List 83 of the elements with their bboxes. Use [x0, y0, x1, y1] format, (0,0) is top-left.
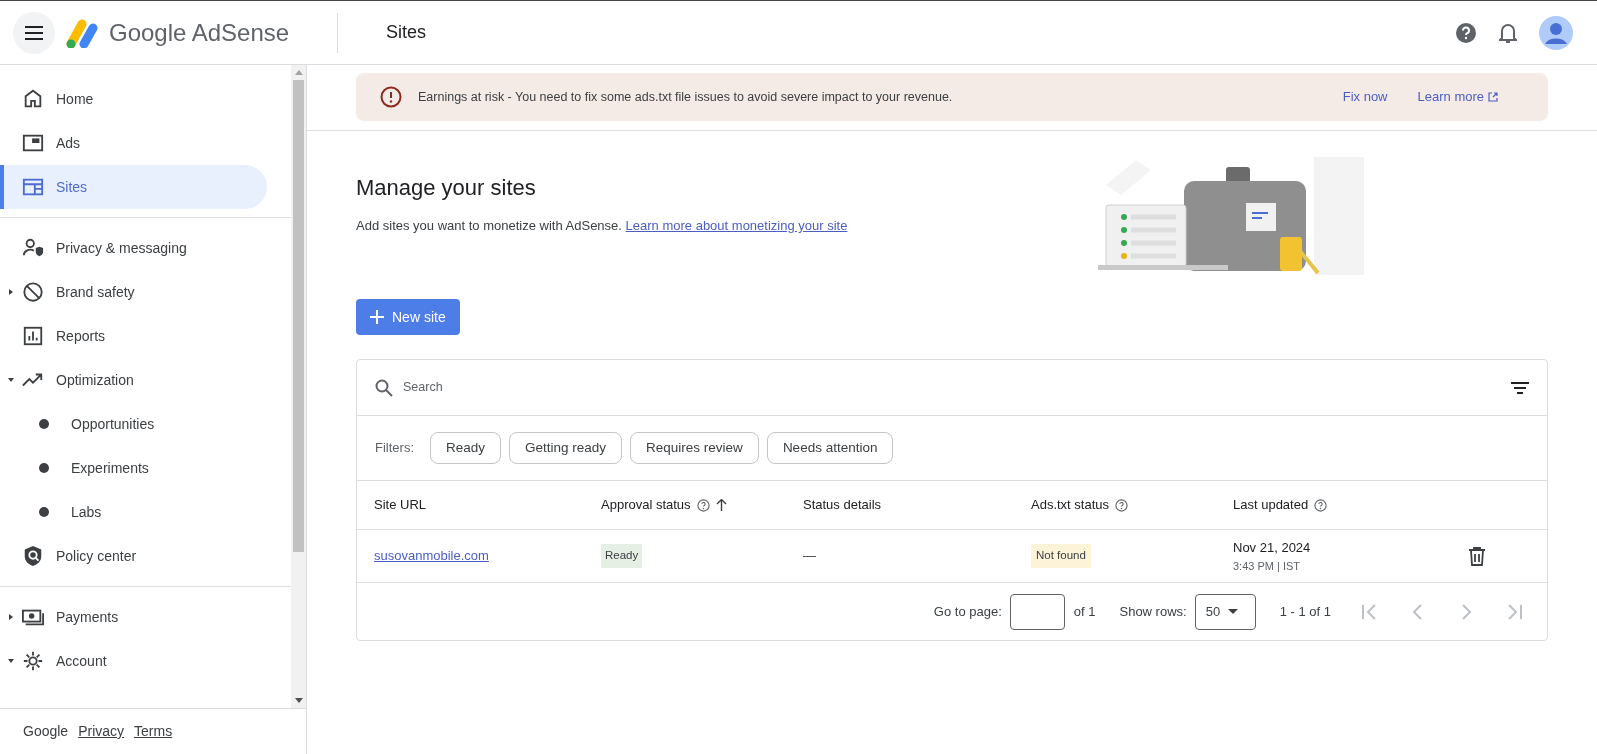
description-text: Add sites you want to monetize with AdSense.	[356, 218, 622, 233]
search-field[interactable]: Search	[403, 378, 1511, 397]
caret-down-icon[interactable]	[8, 378, 14, 382]
filter-chip[interactable]: Needs attention	[766, 432, 894, 464]
sidebar-item[interactable]: Labs	[0, 490, 267, 534]
caret-right-icon[interactable]	[9, 614, 13, 620]
status-tag: Ready	[601, 544, 643, 568]
search-icon	[375, 378, 393, 397]
fix-now-link[interactable]: Fix now	[1342, 87, 1388, 107]
ad-frame-icon	[22, 132, 44, 154]
bullet-icon	[39, 463, 49, 473]
dropdown-icon	[1228, 609, 1239, 614]
plus-icon	[370, 310, 384, 324]
page-input[interactable]	[1009, 593, 1065, 630]
scrollbar-thumb[interactable]	[293, 80, 304, 552]
person-shield-icon	[22, 237, 44, 259]
footer-link[interactable]: Privacy	[78, 721, 125, 742]
learn-more-link[interactable]: Learn more about monetizing your site	[625, 218, 848, 233]
learn-more-link[interactable]: Learn more	[1417, 87, 1498, 107]
go-to-page-label: Go to page:	[933, 602, 1002, 621]
sidebar-item[interactable]: Experiments	[0, 446, 267, 490]
filters-label: Filters:	[375, 439, 414, 458]
menu-button[interactable]	[13, 11, 55, 54]
footer-link[interactable]: Terms	[134, 721, 173, 742]
help-outline-icon[interactable]	[1115, 498, 1129, 512]
help-outline-icon[interactable]	[1314, 498, 1328, 512]
settings-icon	[22, 650, 44, 672]
site-link[interactable]: susovanmobile.com	[374, 546, 489, 566]
status-tag: Not found	[1031, 544, 1091, 568]
range-text: 1 - 1 of 1	[1279, 602, 1331, 621]
sidebar-item[interactable]: Payments	[0, 595, 267, 639]
banner-message: Earnings at risk - You need to fix some ads.txt file issues to avoid severe impact to your revenue.	[418, 88, 954, 106]
scrollbar[interactable]	[291, 65, 306, 708]
brand-text: Google	[23, 722, 69, 741]
sidebar-item[interactable]: Reports	[0, 314, 267, 358]
notifications-icon[interactable]	[1499, 21, 1517, 44]
home-icon	[22, 88, 44, 110]
column-header[interactable]: Approval status	[601, 495, 727, 515]
bullet-icon	[39, 419, 49, 429]
sidebar-item[interactable]: Optimization	[0, 358, 267, 402]
web-layout-icon	[22, 176, 44, 198]
sort-arrow-icon[interactable]	[715, 499, 727, 511]
time-text: 3:43 PM | IST	[1233, 558, 1302, 574]
sidebar-item[interactable]: Home	[0, 77, 267, 121]
filter-chip[interactable]: Ready	[430, 432, 502, 464]
sidebar-item[interactable]: Account	[0, 639, 267, 683]
caret-right-icon[interactable]	[9, 289, 13, 295]
sidebar-item[interactable]: Privacy & messaging	[0, 226, 267, 270]
sidebar-item[interactable]: Sites	[0, 165, 267, 209]
section-title: Manage your sites	[356, 174, 537, 202]
table-cell-text: —	[803, 547, 816, 566]
logo-icon	[65, 17, 99, 48]
filter-chip[interactable]: Requires review	[630, 432, 759, 464]
help-outline-icon[interactable]	[696, 498, 710, 512]
column-header[interactable]: Last updated	[1233, 495, 1328, 515]
menu-icon	[25, 25, 43, 40]
sidebar-item[interactable]: Opportunities	[0, 402, 267, 446]
help-icon[interactable]	[1455, 21, 1477, 44]
sidebar-item[interactable]: Brand safety	[0, 270, 267, 314]
bar-chart-icon	[22, 325, 44, 347]
product-name: Google AdSense	[109, 17, 290, 48]
column-header[interactable]: Site URL	[374, 495, 427, 515]
alert-icon	[380, 86, 402, 108]
sidebar-item[interactable]: Policy center	[0, 534, 267, 578]
block-icon	[22, 281, 44, 303]
page-count: of 1	[1073, 602, 1096, 621]
bullet-icon	[39, 507, 49, 517]
page-title: Sites	[386, 21, 428, 44]
column-header[interactable]: Ads.txt status	[1031, 495, 1129, 515]
shield-search-icon	[22, 545, 44, 567]
column-header[interactable]: Status details	[803, 495, 882, 515]
rows-select[interactable]: 50	[1194, 593, 1256, 630]
external-link-icon	[1488, 92, 1498, 102]
date-text: Nov 21, 2024	[1233, 539, 1312, 557]
filter-icon[interactable]	[1511, 381, 1529, 394]
show-rows-label: Show rows:	[1119, 602, 1187, 621]
scroll-down-icon[interactable]	[294, 698, 303, 704]
filter-chip[interactable]: Getting ready	[509, 432, 623, 464]
delete-icon[interactable]	[1469, 546, 1485, 566]
new-site-button[interactable]: New site	[356, 299, 460, 335]
caret-down-icon[interactable]	[8, 659, 14, 663]
sidebar-item[interactable]: Ads	[0, 121, 267, 165]
avatar-icon[interactable]	[1539, 15, 1573, 50]
